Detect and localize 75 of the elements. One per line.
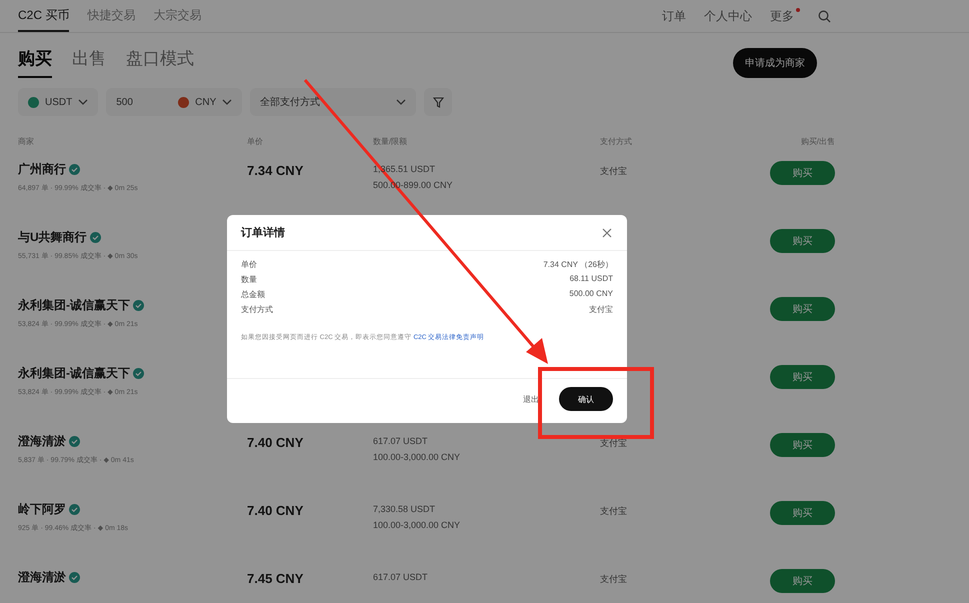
close-icon xyxy=(601,226,613,238)
quantity: 7,330.58 USDT xyxy=(373,503,436,516)
merchant-name[interactable]: 岭下阿罗 xyxy=(18,501,66,518)
tab[interactable]: 购买 xyxy=(18,47,52,78)
merchant-name[interactable]: 永利集团-诚信赢天下 xyxy=(18,297,130,314)
column-header: 购买/出售 xyxy=(800,136,835,148)
quantity: 617.07 USDT xyxy=(373,435,428,448)
notification-dot xyxy=(796,8,800,12)
payment-method: 支付宝 xyxy=(600,505,628,518)
buy-button[interactable]: 购买 xyxy=(770,433,835,457)
unit-price: 7.40 CNY xyxy=(247,434,304,450)
detail-value: 68.11 USDT xyxy=(570,274,613,285)
become-merchant-button[interactable]: 申请成为商家 xyxy=(733,48,817,78)
column-header: 商家 xyxy=(18,136,35,148)
search-icon[interactable] xyxy=(818,10,831,22)
coin-icon xyxy=(28,96,39,108)
limit: 100.00-3,000.00 CNY xyxy=(373,519,460,532)
nav-tab[interactable]: C2C 买币 xyxy=(18,0,70,32)
verified-icon xyxy=(133,300,144,311)
payment-method: 支付宝 xyxy=(600,437,628,450)
unit-price: 7.40 CNY xyxy=(247,502,304,518)
buy-button[interactable]: 购买 xyxy=(770,365,835,389)
limit: 100.00-3,000.00 CNY xyxy=(373,451,460,464)
nav-tab[interactable]: 快捷交易 xyxy=(87,0,136,32)
filter-button[interactable] xyxy=(424,88,452,116)
detail-label: 支付方式 xyxy=(241,304,273,315)
buy-button[interactable]: 购买 xyxy=(770,229,835,253)
currency-label: CNY xyxy=(195,96,216,108)
cancel-button[interactable]: 退出 xyxy=(517,392,545,406)
chevron-down-icon xyxy=(396,99,406,105)
chevron-down-icon xyxy=(222,99,232,105)
detail-value: 500.00 CNY xyxy=(569,289,613,300)
buy-button[interactable]: 购买 xyxy=(770,297,835,321)
buy-button[interactable]: 购买 xyxy=(770,161,835,185)
detail-value: 支付宝 xyxy=(589,304,613,315)
filter-icon xyxy=(432,96,444,108)
unit-price: 7.34 CNY xyxy=(247,162,304,178)
crypto-select[interactable]: USDT xyxy=(18,88,98,116)
detail-label: 单价 xyxy=(241,259,257,270)
close-button[interactable] xyxy=(601,226,613,238)
nav-link[interactable]: 个人中心 xyxy=(704,8,752,24)
amount-field[interactable]: 500 CNY xyxy=(106,88,242,116)
verified-icon xyxy=(69,572,80,583)
tab[interactable]: 出售 xyxy=(72,47,106,78)
verified-icon xyxy=(133,368,144,379)
merchant-name[interactable]: 永利集团-诚信赢天下 xyxy=(18,365,130,382)
quantity: 617.07 USDT xyxy=(373,571,428,584)
buy-button[interactable]: 购买 xyxy=(770,501,835,525)
detail-label: 数量 xyxy=(241,274,257,285)
nav-tab[interactable]: 大宗交易 xyxy=(153,0,202,32)
verified-icon xyxy=(69,504,80,515)
coin-icon xyxy=(178,96,190,108)
merchant-name[interactable]: 澄海清淤 xyxy=(18,433,66,450)
verified-icon xyxy=(90,232,101,243)
dialog-title: 订单详情 xyxy=(241,226,285,240)
column-header: 单价 xyxy=(247,136,264,148)
payment-method: 支付宝 xyxy=(600,573,628,586)
detail-value: 7.34 CNY （26秒） xyxy=(543,259,613,270)
confirm-button[interactable]: 确认 xyxy=(559,387,613,411)
detail-label: 总金额 xyxy=(241,289,265,300)
nav-link[interactable]: 更多 xyxy=(770,8,794,24)
buy-button[interactable]: 购买 xyxy=(770,569,835,593)
payment-select[interactable]: 全部支付方式 xyxy=(250,88,416,116)
tab[interactable]: 盘口模式 xyxy=(126,47,194,78)
merchant-name[interactable]: 与U共舞商行 xyxy=(18,229,87,246)
chevron-down-icon xyxy=(78,99,88,105)
merchant-name[interactable]: 澄海清淤 xyxy=(18,569,66,586)
nav-link[interactable]: 订单 xyxy=(662,8,686,24)
merchant-name[interactable]: 广州商行 xyxy=(18,161,66,178)
payment-method: 支付宝 xyxy=(600,165,628,178)
column-header: 数量/限额 xyxy=(373,136,408,148)
verified-icon xyxy=(69,436,80,447)
unit-price: 7.45 CNY xyxy=(247,570,304,586)
column-header: 支付方式 xyxy=(600,136,633,148)
verified-icon xyxy=(69,164,80,175)
